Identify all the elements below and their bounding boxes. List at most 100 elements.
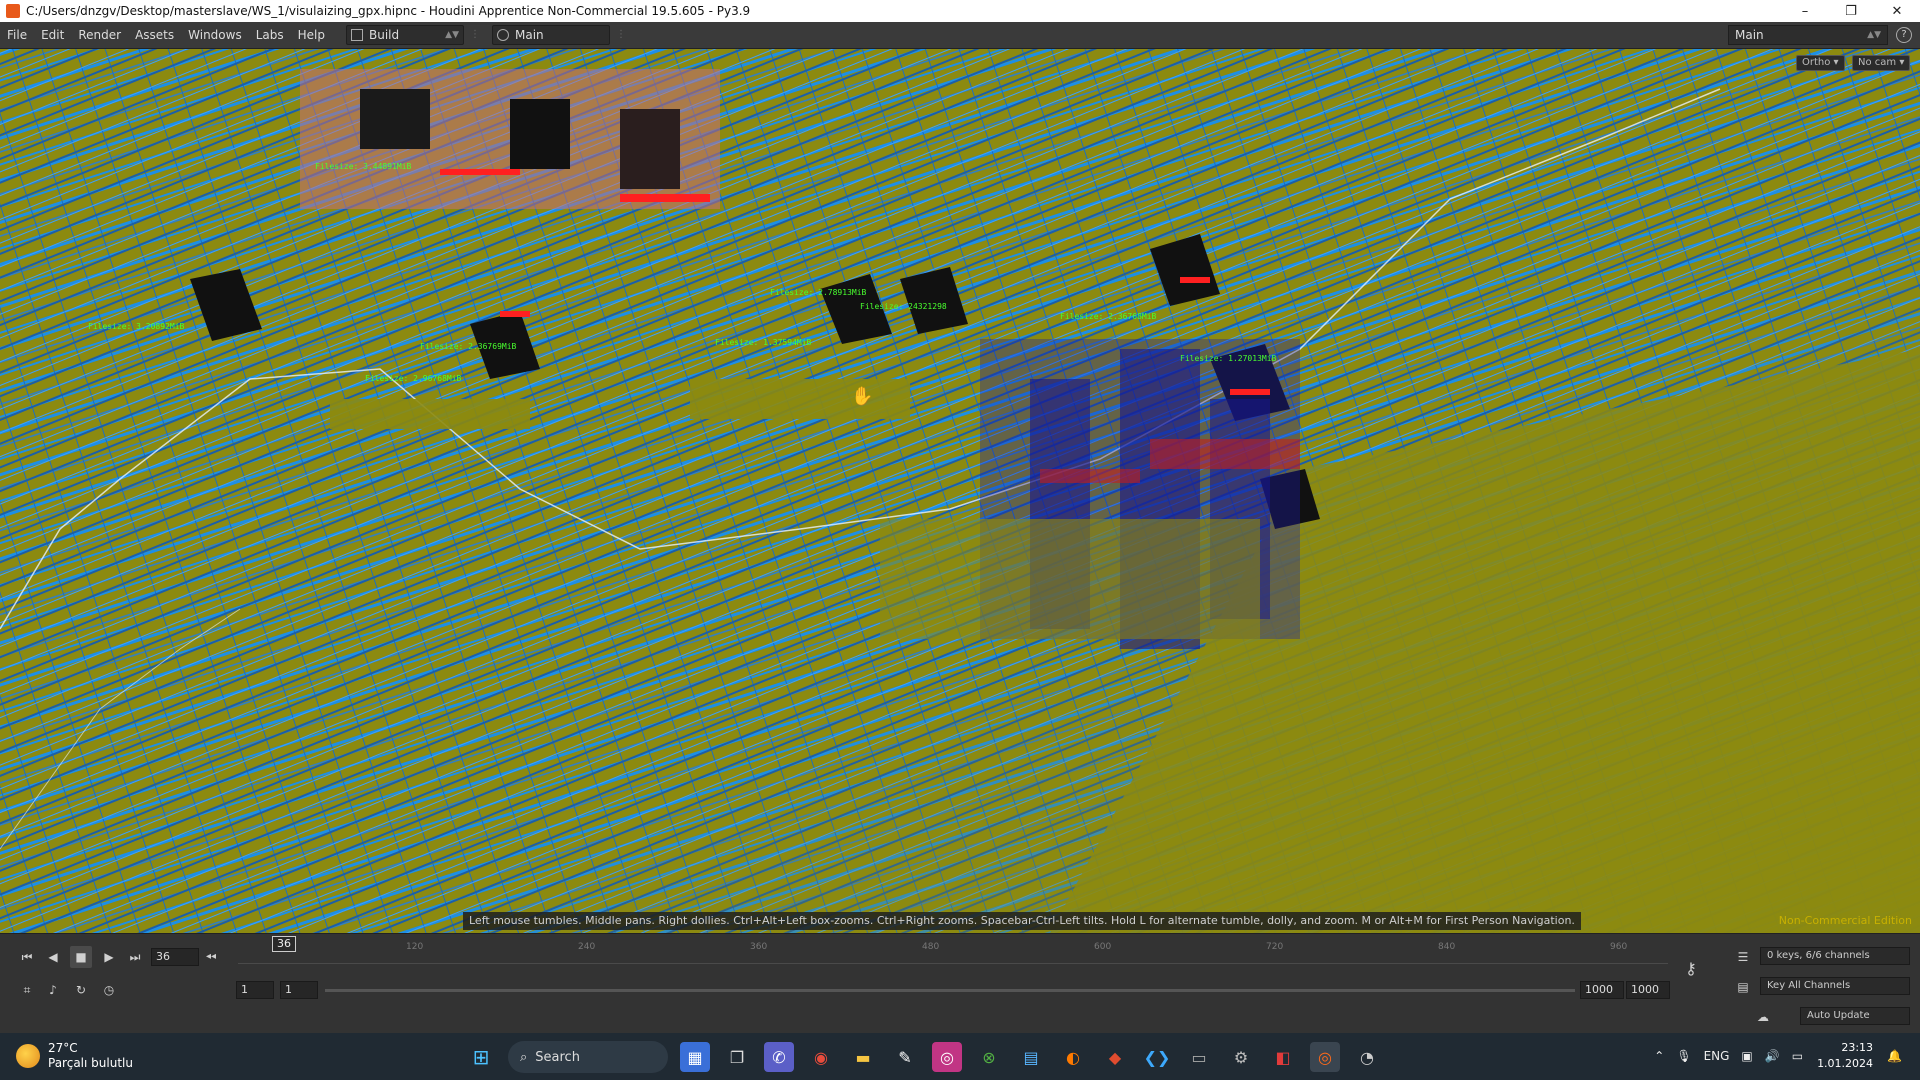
taskbar-search[interactable]: ⌕ Search (508, 1041, 668, 1073)
settings-icon[interactable]: ⚙ (1226, 1042, 1256, 1072)
loop-icon[interactable]: ↻ (70, 979, 92, 1001)
clock-date: 1.01.2024 (1817, 1057, 1874, 1070)
acrobat-icon[interactable]: ◧ (1268, 1042, 1298, 1072)
weather-desc: Parçalı bulutlu (48, 1056, 133, 1070)
microphone-icon[interactable]: 🎙 (1676, 1049, 1691, 1063)
non-commercial-watermark: Non-Commercial Edition (1778, 914, 1912, 927)
camera-menu-button[interactable]: No cam ▾ (1852, 55, 1911, 71)
key-channels-icon[interactable]: ▤ (1732, 976, 1754, 998)
playbar: ⏮ ◀ ■ ▶ ⏭ 36 ◂◂ 120 240 360 480 600 720 … (0, 933, 1920, 1033)
menu-file[interactable]: File (0, 22, 34, 49)
menu-assets[interactable]: Assets (128, 22, 181, 49)
volume-icon[interactable]: 🔊 (1765, 1049, 1780, 1063)
main-desktop-select[interactable]: Main (492, 25, 610, 45)
frame-range-slider[interactable] (325, 989, 1575, 992)
drag-handle-icon[interactable]: ⋮ (616, 25, 626, 45)
key-all-channels-button[interactable]: Key All Channels (1760, 977, 1910, 995)
window-title: C:/Users/dnzgv/Desktop/masterslave/WS_1/… (26, 4, 751, 18)
right-desktop-label: Main (1735, 28, 1764, 42)
ruler-label: 960 (1610, 942, 1628, 952)
build-desktop-select[interactable]: Build ▲▼ (346, 25, 464, 45)
window-titlebar: C:/Users/dnzgv/Desktop/masterslave/WS_1/… (0, 0, 1920, 22)
browser-icon[interactable]: ◔ (1352, 1042, 1382, 1072)
shelf-icon (497, 29, 509, 41)
auto-update-select[interactable]: Auto Update (1800, 1007, 1910, 1025)
ruler-label: 480 (922, 942, 940, 952)
system-clock[interactable]: 23:13 1.01.2024 (1817, 1040, 1873, 1072)
playhead-marker[interactable]: 36 (272, 936, 296, 952)
current-frame-field[interactable]: 36 (151, 948, 199, 966)
clock-icon[interactable]: ◷ (98, 979, 120, 1001)
maximize-button[interactable]: ❐ (1828, 0, 1874, 22)
step-back-icon[interactable]: ◂◂ (200, 946, 222, 968)
chrome-icon[interactable]: ◉ (806, 1042, 836, 1072)
search-icon: ⌕ (520, 1049, 528, 1065)
search-label: Search (535, 1049, 580, 1065)
start-frame-field[interactable]: 1 (236, 981, 274, 999)
drag-handle-icon[interactable]: ⋮ (470, 25, 480, 45)
houdini-taskbar-icon[interactable]: ◎ (1310, 1042, 1340, 1072)
audio-icon[interactable]: ♪ (42, 979, 64, 1001)
weather-temp: 27°C (48, 1041, 78, 1055)
notification-icon[interactable]: 🔔 (1887, 1049, 1902, 1063)
range-start-field[interactable]: 1 (280, 981, 318, 999)
realtime-icon[interactable]: ⌗ (16, 979, 38, 1001)
channel-list-icon[interactable]: ☰ (1732, 946, 1754, 968)
data-label: Filesize: 1.37594MiB (715, 338, 812, 347)
right-desktop-select[interactable]: Main ▲▼ (1728, 25, 1888, 45)
inkscape-icon[interactable]: ✎ (890, 1042, 920, 1072)
ortho-view-button[interactable]: Ortho ▾ (1796, 55, 1845, 71)
chevron-down-icon: ▲▼ (1867, 30, 1881, 40)
minimize-button[interactable]: – (1782, 0, 1828, 22)
language-indicator[interactable]: ENG (1704, 1049, 1730, 1063)
jump-start-icon[interactable]: ⏮ (16, 946, 38, 968)
stop-icon[interactable]: ■ (70, 946, 92, 968)
menu-labs[interactable]: Labs (249, 22, 291, 49)
ruler-label: 840 (1438, 942, 1456, 952)
vscode-icon[interactable]: ❮❯ (1142, 1042, 1172, 1072)
menu-help[interactable]: Help (291, 22, 332, 49)
screen-app-icon[interactable]: ▭ (1184, 1042, 1214, 1072)
play-reverse-icon[interactable]: ◀ (42, 946, 64, 968)
ruler-label: 720 (1266, 942, 1284, 952)
timeline-ruler[interactable]: 120 240 360 480 600 720 840 960 (238, 942, 1668, 966)
windows-taskbar: 27°C Parçalı bulutlu ⊞ ⌕ Search ▦ ❐ ✆ ◉ … (0, 1033, 1920, 1080)
xbox-icon[interactable]: ⊗ (974, 1042, 1004, 1072)
battery-icon[interactable]: ▭ (1792, 1049, 1803, 1063)
update-icon[interactable]: ☁ (1752, 1006, 1774, 1028)
menu-windows[interactable]: Windows (181, 22, 249, 49)
windows-start-icon[interactable]: ⊞ (466, 1042, 496, 1072)
data-label: Filesize: 3.44891MiB (315, 162, 412, 171)
build-desktop-label: Build (369, 28, 400, 42)
keys-status: 0 keys, 6/6 channels (1760, 947, 1910, 965)
data-label: Filesize: 1.27013MiB (1180, 354, 1277, 363)
system-tray: ⌃ 🎙 ENG ▣ 🔊 ▭ 23:13 1.01.2024 🔔 (1648, 1039, 1908, 1073)
widgets-icon[interactable]: ▦ (680, 1042, 710, 1072)
key-icon[interactable]: ⚷ (1680, 958, 1702, 980)
play-icon[interactable]: ▶ (98, 946, 120, 968)
task-view-icon[interactable]: ❐ (722, 1042, 752, 1072)
houdini-app-icon (6, 4, 20, 18)
menu-render[interactable]: Render (71, 22, 128, 49)
chevron-down-icon: ▲▼ (445, 30, 459, 40)
scene-viewport[interactable]: Filesize: 3.44891MiB Filesize: 2.36769Mi… (0, 49, 1920, 933)
teams-icon[interactable]: ✆ (764, 1042, 794, 1072)
git-icon[interactable]: ◆ (1100, 1042, 1130, 1072)
data-label: Filesize: 2.36769MiB (420, 342, 517, 351)
viewport-hint: Left mouse tumbles. Middle pans. Right d… (463, 912, 1581, 930)
data-label: Filesize: 2.96768MiB (365, 374, 462, 383)
help-icon[interactable]: ? (1896, 27, 1912, 43)
range-end-field[interactable]: 1000 (1580, 981, 1624, 999)
main-menubar: File Edit Render Assets Windows Labs Hel… (0, 22, 1920, 49)
end-frame-field[interactable]: 1000 (1626, 981, 1670, 999)
file-explorer-icon[interactable]: ▬ (848, 1042, 878, 1072)
chevron-up-icon[interactable]: ⌃ (1654, 1049, 1664, 1063)
menu-edit[interactable]: Edit (34, 22, 71, 49)
weather-widget[interactable]: 27°C Parçalı bulutlu (16, 1041, 133, 1071)
instagram-icon[interactable]: ◎ (932, 1042, 962, 1072)
close-button[interactable]: ✕ (1874, 0, 1920, 22)
jump-end-icon[interactable]: ⏭ (124, 946, 146, 968)
network-icon[interactable]: ▣ (1741, 1049, 1752, 1063)
notepad-icon[interactable]: ▤ (1016, 1042, 1046, 1072)
blender-icon[interactable]: ◐ (1058, 1042, 1088, 1072)
